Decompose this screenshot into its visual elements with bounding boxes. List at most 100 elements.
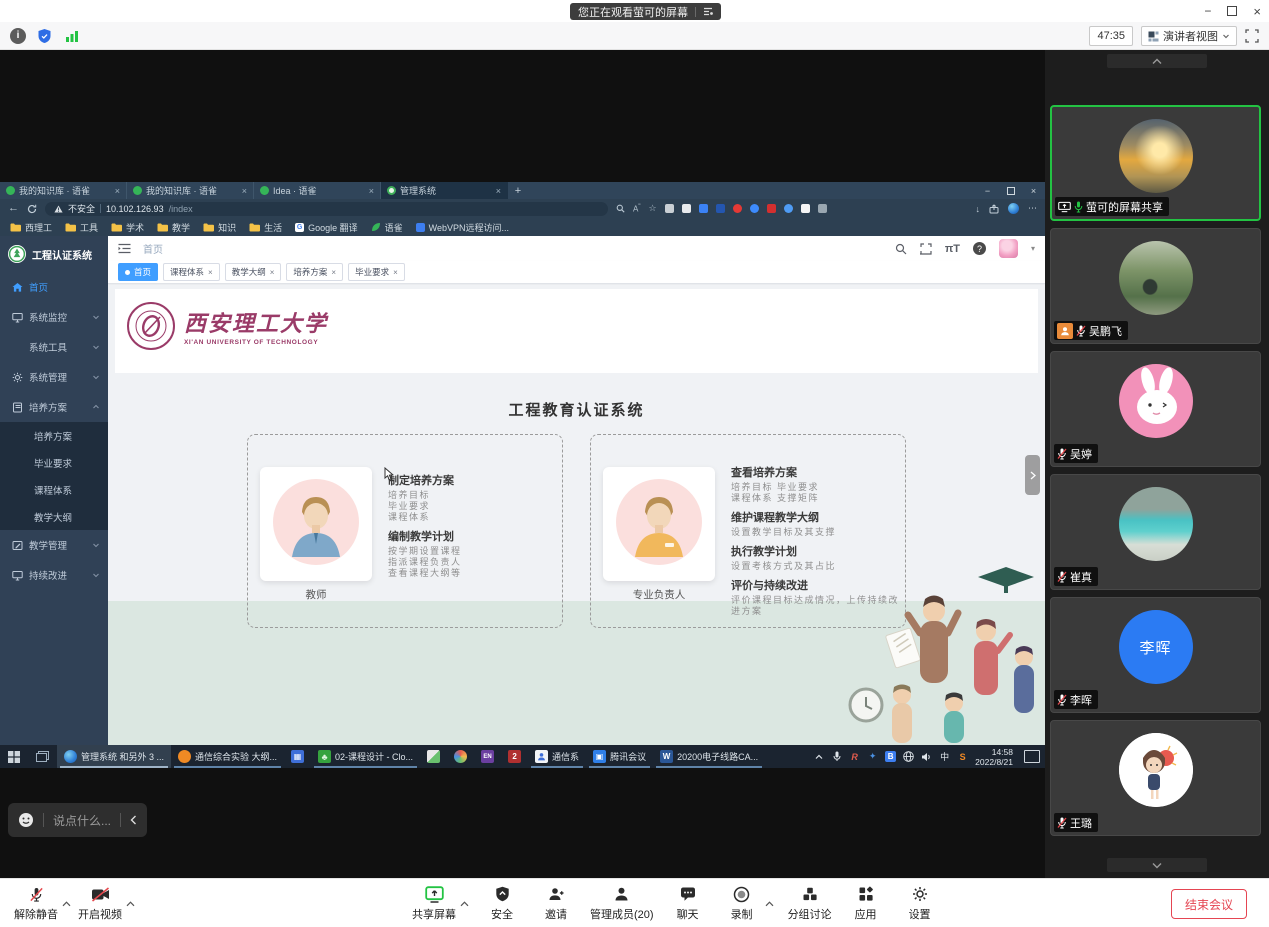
bookmark-item[interactable]: 学术 [111, 221, 144, 234]
sidebar-item-2[interactable]: 系统监控 [0, 302, 108, 332]
user-avatar[interactable] [999, 239, 1018, 258]
browser-close-button[interactable]: × [1022, 186, 1045, 196]
extension-icon-10[interactable] [818, 204, 827, 213]
sidebar-item-3[interactable]: 系统工具 [0, 332, 108, 362]
bookmark-item[interactable]: 西理工 [10, 221, 52, 234]
browser-minimize-button[interactable]: − [976, 186, 999, 196]
read-aloud-icon[interactable]: A" [633, 204, 640, 214]
browser-tab[interactable]: 我的知识库 · 语雀× [127, 182, 254, 199]
taskbar-app-search-orange[interactable]: 通信综合实验 大纲... [171, 745, 284, 768]
favorites-icon[interactable]: ☆ [648, 203, 656, 214]
back-icon[interactable]: ← [8, 203, 19, 214]
help-icon[interactable]: ? [973, 242, 986, 255]
view-tag[interactable]: 教学大纲× [225, 263, 282, 281]
network-signal-icon[interactable] [63, 27, 80, 44]
toolbar-unmute-chevron-icon[interactable] [60, 883, 72, 924]
quick-chat-bar[interactable]: 说点什么... [8, 803, 147, 837]
tab-close-icon[interactable]: × [496, 186, 501, 196]
taskbar-app-en-badge[interactable]: EN [474, 745, 501, 768]
toolbar-unmute-button[interactable]: 解除静音 [12, 883, 60, 924]
end-meeting-button[interactable]: 结束会议 [1171, 889, 1247, 919]
toolbar-invite-button[interactable]: 邀请 [534, 883, 578, 924]
breadcrumb[interactable]: 首页 [143, 241, 163, 256]
scroll-up-button[interactable] [1107, 54, 1207, 68]
banner-menu-icon[interactable] [703, 7, 713, 16]
notification-center-icon[interactable] [1024, 750, 1040, 763]
security-shield-icon[interactable] [36, 27, 53, 44]
font-size-icon[interactable]: πT [945, 243, 960, 255]
sidebar-collapse-handle[interactable] [1025, 455, 1040, 495]
view-tag[interactable]: 首页 [118, 263, 158, 281]
extension-icon-9[interactable] [801, 204, 810, 213]
maximize-button[interactable] [1227, 6, 1237, 16]
toolbar-members-button[interactable]: 管理成员(20) [588, 883, 656, 924]
scroll-down-button[interactable] [1107, 858, 1207, 872]
page-search-icon[interactable] [895, 243, 907, 255]
task-view-icon[interactable] [28, 745, 57, 768]
new-tab-button[interactable]: + [508, 182, 528, 199]
tab-close-icon[interactable]: × [242, 186, 247, 196]
tray-ime-indicator[interactable]: 中 [939, 750, 950, 763]
sidebar-item-7[interactable]: 持续改进 [0, 560, 108, 590]
chat-input-placeholder[interactable]: 说点什么... [53, 812, 111, 829]
sidebar-subitem[interactable]: 课程体系 [0, 476, 108, 503]
extension-icon-3[interactable] [699, 204, 708, 213]
extension-icon-2[interactable] [682, 204, 691, 213]
bookmark-item[interactable]: GGoogle 翻译 [295, 221, 358, 234]
tray-r-icon[interactable]: R [849, 752, 860, 762]
toolbar-chat-button[interactable]: 聊天 [666, 883, 710, 924]
tab-close-icon[interactable]: × [115, 186, 120, 196]
start-button[interactable] [0, 745, 28, 768]
extension-icon-7[interactable] [767, 204, 776, 213]
tag-close-icon[interactable]: × [208, 268, 213, 277]
meeting-info-icon[interactable]: i [10, 28, 26, 44]
participant-tile[interactable]: 吴婷 [1050, 351, 1261, 467]
close-button[interactable]: × [1253, 4, 1261, 19]
view-tag[interactable]: 课程体系× [163, 263, 220, 281]
participant-tile[interactable]: 王璐 [1050, 720, 1261, 836]
sidebar-item-1[interactable]: 首页 [0, 272, 108, 302]
edge-browser-icon[interactable] [1008, 203, 1019, 214]
extension-icon-6[interactable] [750, 204, 759, 213]
sidebar-subitem[interactable]: 培养方案 [0, 422, 108, 449]
toolbar-share-screen-button[interactable]: 共享屏幕 [410, 883, 458, 924]
taskbar-app-word[interactable]: W20200电子线路CA... [653, 745, 765, 768]
browser-tab[interactable]: 我的知识库 · 语雀× [0, 182, 127, 199]
toolbar-security-button[interactable]: 安全 [480, 883, 524, 924]
more-menu-icon[interactable]: ⋯ [1028, 203, 1037, 214]
downloads-icon[interactable]: ↓ [976, 204, 981, 214]
bookmark-item[interactable]: WebVPN远程访问... [416, 221, 509, 234]
bookmark-item[interactable]: 语雀 [371, 221, 403, 234]
bookmark-item[interactable]: 生活 [249, 221, 282, 234]
tray-clock[interactable]: 14:58 2022/8/21 [975, 747, 1013, 767]
extension-icon-5[interactable] [733, 204, 742, 213]
page-fullscreen-icon[interactable] [920, 243, 932, 255]
taskbar-app-meeting[interactable]: ▣腾讯会议 [586, 745, 653, 768]
toolbar-record-chevron-icon[interactable] [764, 883, 776, 924]
tag-close-icon[interactable]: × [393, 268, 398, 277]
participant-tile[interactable]: 崔真 [1050, 474, 1261, 590]
tray-b-icon[interactable]: B [885, 751, 896, 762]
taskbar-app-contact[interactable]: 通信系 [528, 745, 586, 768]
toolbar-settings-button[interactable]: 设置 [898, 883, 942, 924]
view-mode-selector[interactable]: 演讲者视图 [1141, 26, 1237, 46]
search-icon[interactable] [616, 204, 625, 213]
tray-star-icon[interactable]: ✦ [867, 751, 878, 762]
minimize-button[interactable]: − [1204, 4, 1211, 18]
view-tag[interactable]: 培养方案× [286, 263, 343, 281]
browser-tab[interactable]: 管理系统× [381, 182, 508, 199]
taskbar-app-photos[interactable] [420, 745, 447, 768]
tag-close-icon[interactable]: × [331, 268, 336, 277]
tray-speaker-icon[interactable] [921, 752, 932, 762]
chat-collapse-icon[interactable] [130, 815, 137, 825]
tray-globe-icon[interactable] [903, 751, 914, 762]
extension-icon-1[interactable] [665, 204, 674, 213]
bookmark-item[interactable]: 知识 [203, 221, 236, 234]
tag-close-icon[interactable]: × [270, 268, 275, 277]
participant-tile[interactable]: 吴鹏飞 [1050, 228, 1261, 344]
tray-expand-icon[interactable] [813, 754, 824, 760]
participant-tile[interactable]: 萤可的屏幕共享 [1050, 105, 1261, 221]
sidebar-subitem[interactable]: 教学大纲 [0, 503, 108, 530]
sidebar-item-5[interactable]: 培养方案 [0, 392, 108, 422]
view-tag[interactable]: 毕业要求× [348, 263, 405, 281]
